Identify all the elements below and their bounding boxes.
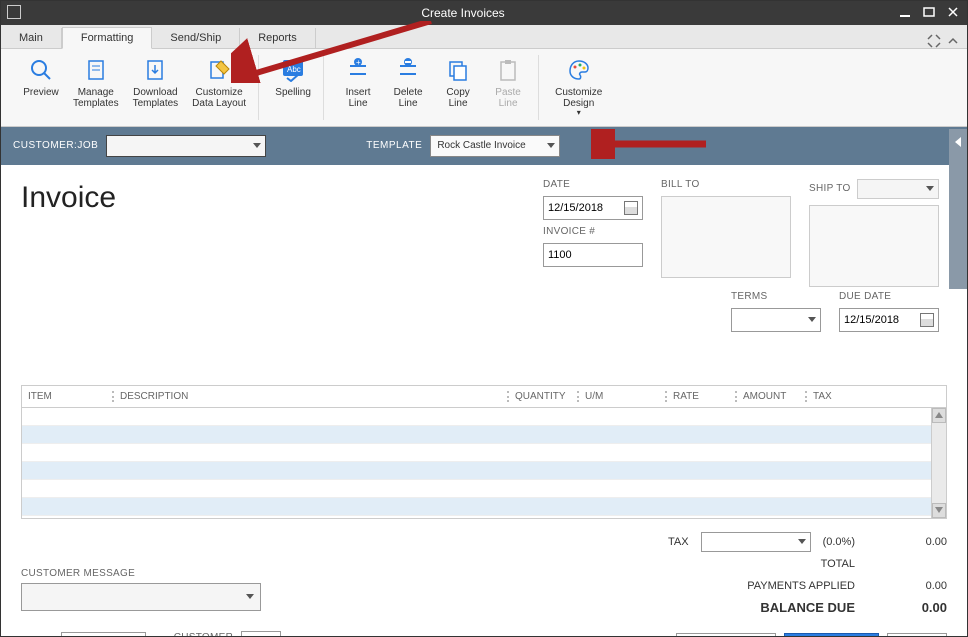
balance-due-value: 0.00 (867, 600, 947, 615)
invoice-num-label: INVOICE # (543, 226, 643, 237)
col-um[interactable]: U/M (577, 391, 665, 402)
customize-data-layout-button[interactable]: Customize Data Layout (186, 55, 252, 120)
download-icon (142, 57, 168, 83)
tax-amount: 0.00 (867, 536, 947, 548)
magnifier-icon (28, 57, 54, 83)
window-title: Create Invoices (27, 6, 899, 20)
chevron-down-icon (808, 317, 816, 322)
date-label: DATE (543, 179, 643, 190)
terms-label: TERMS (731, 291, 821, 302)
calendar-icon[interactable] (624, 201, 638, 215)
invoice-num-input[interactable]: 1100 (543, 243, 643, 267)
document-icon (83, 57, 109, 83)
customer-tax-code-dropdown[interactable] (241, 631, 281, 636)
paste-icon (495, 57, 521, 83)
customer-job-label: CUSTOMER:JOB (13, 140, 98, 151)
title-bar: Create Invoices (1, 1, 967, 25)
chevron-down-icon (253, 143, 261, 148)
col-quantity[interactable]: QUANTITY (507, 391, 577, 402)
chevron-down-icon (547, 143, 555, 148)
scroll-down-icon[interactable] (932, 503, 946, 518)
save-close-button[interactable]: Save & Close (676, 633, 777, 636)
customer-message-label: CUSTOMER MESSAGE (21, 568, 135, 579)
template-label: TEMPLATE (366, 140, 422, 151)
copy-line-button[interactable]: Copy Line (434, 55, 482, 120)
tab-send-ship[interactable]: Send/Ship (152, 28, 240, 48)
table-row[interactable] (22, 480, 931, 498)
due-date-input[interactable]: 12/15/2018 (839, 308, 939, 332)
col-tax[interactable]: TAX (805, 391, 850, 402)
total-label: TOTAL (735, 558, 855, 570)
customer-message-dropdown[interactable] (21, 583, 261, 611)
terms-dropdown[interactable] (731, 308, 821, 332)
chevron-down-icon (246, 594, 254, 599)
col-rate[interactable]: RATE (665, 391, 735, 402)
table-row[interactable] (22, 426, 931, 444)
bill-to-box[interactable] (661, 196, 791, 278)
palette-icon (566, 57, 592, 83)
line-items-table: ITEM DESCRIPTION QUANTITY U/M RATE AMOUN… (21, 385, 947, 519)
table-row[interactable] (22, 462, 931, 480)
delete-line-button[interactable]: Delete Line (384, 55, 432, 120)
tax-item-dropdown[interactable] (701, 532, 811, 552)
copy-icon (445, 57, 471, 83)
expand-icon[interactable] (927, 34, 941, 48)
ribbon-tabs: Main Formatting Send/Ship Reports (1, 25, 967, 49)
ship-to-dropdown[interactable] (857, 179, 939, 199)
balance-due-label: BALANCE DUE (735, 600, 855, 615)
table-rows[interactable] (22, 408, 931, 518)
close-button[interactable] (947, 6, 961, 20)
customer-template-bar: CUSTOMER:JOB TEMPLATE Rock Castle Invoic… (1, 127, 967, 165)
ship-to-label: SHIP TO (809, 183, 851, 194)
col-description[interactable]: DESCRIPTION (112, 391, 507, 402)
tax-percent: (0.0%) (823, 536, 855, 548)
ribbon: Preview Manage Templates Download Templa… (1, 49, 967, 127)
paste-line-button[interactable]: Paste Line (484, 55, 532, 120)
collapse-ribbon-icon[interactable] (947, 35, 959, 47)
spellcheck-icon: Abc (280, 57, 306, 83)
memo-input[interactable] (61, 632, 145, 636)
delete-line-icon (395, 57, 421, 83)
insert-line-icon: + (345, 57, 371, 83)
col-amount[interactable]: AMOUNT (735, 391, 805, 402)
vertical-scrollbar[interactable] (931, 408, 946, 518)
bill-to-label: BILL TO (661, 179, 791, 190)
tab-reports[interactable]: Reports (240, 28, 316, 48)
svg-text:+: + (356, 58, 361, 67)
svg-text:Abc: Abc (287, 65, 301, 74)
calendar-icon[interactable] (920, 313, 934, 327)
pencil-document-icon (206, 57, 232, 83)
system-menu-icon[interactable] (7, 5, 21, 19)
scroll-up-icon[interactable] (932, 408, 946, 423)
table-row[interactable] (22, 498, 931, 516)
preview-button[interactable]: Preview (17, 55, 65, 120)
chevron-down-icon (926, 186, 934, 191)
col-item[interactable]: ITEM (22, 391, 112, 402)
payments-applied-value: 0.00 (867, 580, 947, 592)
template-dropdown[interactable]: Rock Castle Invoice (430, 135, 560, 157)
ship-to-box[interactable] (809, 205, 939, 287)
tax-total-label: TAX (569, 536, 689, 548)
customer-tax-code-label: CUSTOMER TAX CODE (174, 632, 233, 636)
clear-button[interactable]: Clear (887, 633, 947, 636)
customize-design-button[interactable]: Customize Design ▾ (549, 55, 608, 120)
payments-applied-label: PAYMENTS APPLIED (735, 580, 855, 592)
customer-job-dropdown[interactable] (106, 135, 266, 157)
date-input[interactable]: 12/15/2018 (543, 196, 643, 220)
maximize-button[interactable] (923, 6, 937, 20)
save-new-button[interactable]: Save & New (784, 633, 879, 636)
table-row[interactable] (22, 444, 931, 462)
minimize-button[interactable] (899, 6, 913, 20)
chevron-down-icon (798, 539, 806, 544)
table-row[interactable] (22, 408, 931, 426)
tab-main[interactable]: Main (1, 28, 62, 48)
download-templates-button[interactable]: Download Templates (127, 55, 185, 120)
tab-formatting[interactable]: Formatting (62, 27, 153, 49)
insert-line-button[interactable]: + Insert Line (334, 55, 382, 120)
spelling-button[interactable]: Abc Spelling (269, 55, 317, 120)
manage-templates-button[interactable]: Manage Templates (67, 55, 125, 120)
due-date-label: DUE DATE (839, 291, 939, 302)
